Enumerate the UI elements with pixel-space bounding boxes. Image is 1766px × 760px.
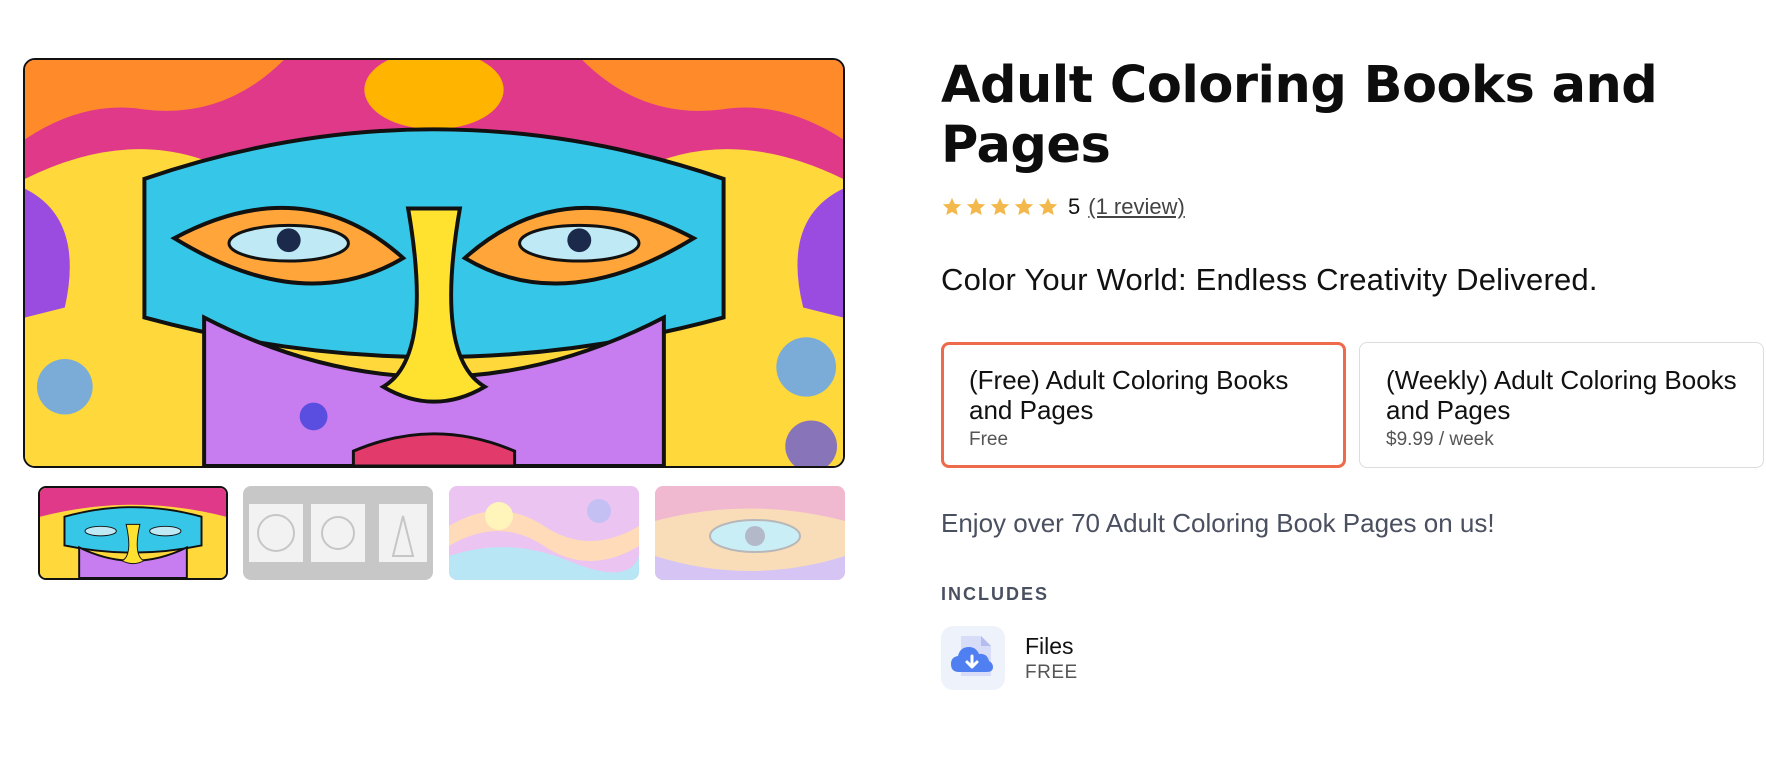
reviews-link[interactable]: (1 review) <box>1088 194 1185 220</box>
thumbnail-1[interactable] <box>38 486 228 580</box>
main-product-image[interactable] <box>23 58 845 468</box>
rating-stars <box>941 196 1059 218</box>
thumbnail-strip <box>38 486 845 582</box>
includes-heading: INCLUDES <box>941 584 1050 604</box>
thumbnail-3[interactable] <box>449 486 639 580</box>
option-price: $9.99 / week <box>1386 429 1494 450</box>
include-item-files: Files FREE <box>941 626 1078 690</box>
thumbnail-2[interactable] <box>243 486 433 580</box>
option-free[interactable]: (Free) Adult Coloring Books and Pages Fr… <box>941 342 1346 468</box>
star-icon <box>1038 197 1058 216</box>
star-icon <box>1014 197 1034 216</box>
product-tagline: Color Your World: Endless Creativity Del… <box>941 262 1598 297</box>
include-item-price: FREE <box>1025 661 1078 683</box>
star-icon <box>942 197 962 216</box>
star-icon <box>966 197 986 216</box>
thumbnail-swirl-image <box>449 486 639 580</box>
option-title: (Free) Adult Coloring Books and Pages <box>969 365 1289 425</box>
include-item-name: Files <box>1025 632 1074 659</box>
thumbnail-4[interactable] <box>655 486 845 580</box>
option-weekly[interactable]: (Weekly) Adult Coloring Books and Pages … <box>1359 342 1764 468</box>
product-title: Adult Coloring Books and Pages <box>941 56 1658 175</box>
product-description: Enjoy over 70 Adult Coloring Book Pages … <box>941 508 1495 538</box>
thumbnail-line-art-image <box>243 486 433 580</box>
option-price: Free <box>969 429 1009 450</box>
rating-score: 5 <box>1068 194 1081 219</box>
product-rating: 5 (1 review) <box>941 192 1185 222</box>
thumbnail-eye-image <box>655 486 845 580</box>
star-icon <box>990 197 1010 216</box>
thumbnail-face-image <box>40 488 226 578</box>
option-title: (Weekly) Adult Coloring Books and Pages <box>1386 365 1737 425</box>
cloud-download-file-icon <box>941 626 1005 690</box>
psychedelic-face-illustration <box>25 60 843 466</box>
